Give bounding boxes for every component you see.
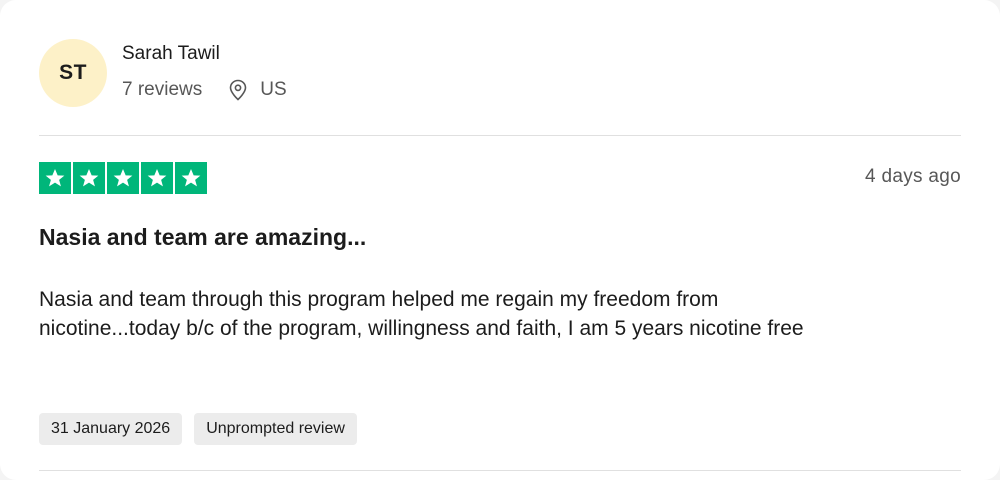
- star-icon: [107, 162, 139, 194]
- date-of-experience-badge: 31 January 2026: [39, 413, 183, 445]
- consumer-info: Sarah Tawil 7 reviews US: [122, 43, 287, 101]
- consumer-meta: 7 reviews US: [122, 79, 287, 101]
- star-icon: [39, 162, 71, 194]
- star-icon: [175, 162, 207, 194]
- country: US: [260, 79, 287, 100]
- divider: [39, 470, 961, 471]
- divider: [39, 135, 961, 136]
- star-icon: [141, 162, 173, 194]
- review-body: Nasia and team through this program help…: [39, 288, 804, 340]
- star-icon: [73, 162, 105, 194]
- reviews-count: 7 reviews: [122, 79, 203, 100]
- star-rating: [39, 162, 207, 194]
- review-date: 4 days ago: [865, 166, 961, 187]
- avatar[interactable]: ST: [39, 39, 107, 107]
- review-title[interactable]: Nasia and team are amazing...: [39, 224, 366, 251]
- consumer-location: US: [228, 79, 287, 101]
- review-card: ST Sarah Tawil 7 reviews US 4 days ago N…: [0, 0, 1000, 480]
- review-type-badge[interactable]: Unprompted review: [194, 413, 357, 445]
- review-tags: 31 January 2026 Unprompted review: [39, 413, 357, 445]
- consumer-header: ST Sarah Tawil 7 reviews US: [39, 39, 287, 107]
- consumer-name[interactable]: Sarah Tawil: [122, 43, 287, 65]
- avatar-initials: ST: [59, 61, 87, 84]
- location-pin-icon: [229, 79, 247, 101]
